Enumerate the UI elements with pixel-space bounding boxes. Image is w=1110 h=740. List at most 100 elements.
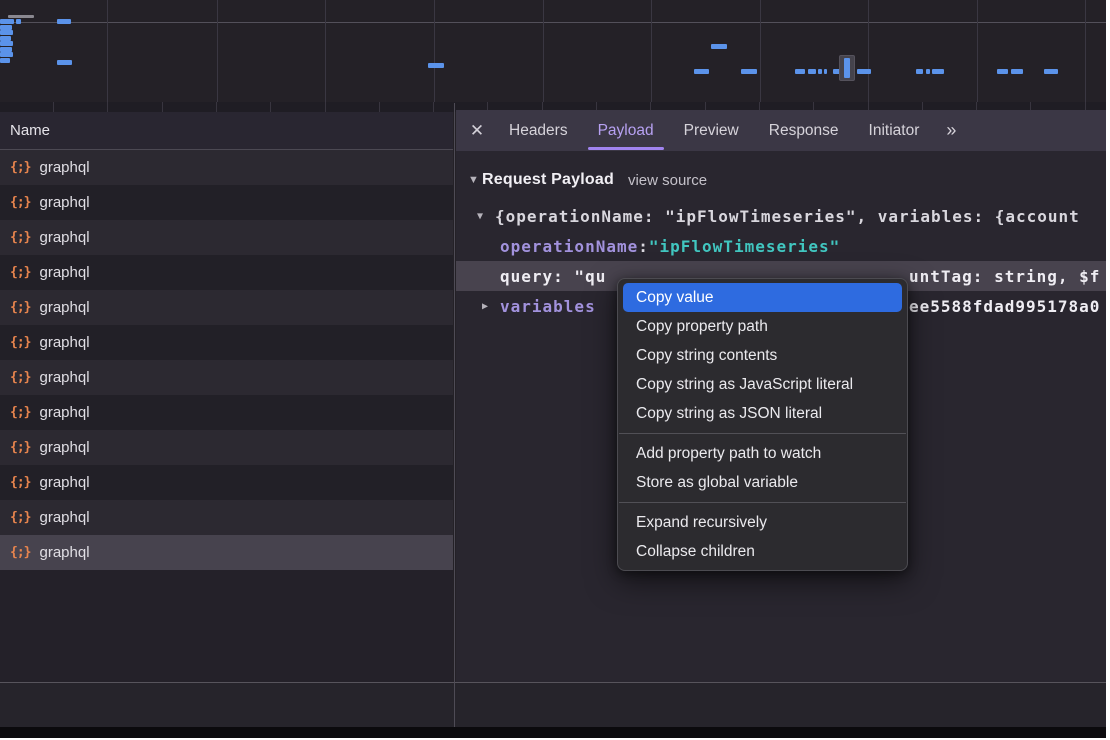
json-braces-icon: {;} <box>10 475 30 490</box>
close-details-button[interactable]: ✕ <box>460 121 494 141</box>
request-timing-bar <box>0 19 14 24</box>
json-braces-icon: {;} <box>10 545 30 560</box>
request-row[interactable]: {;}graphql <box>0 185 453 220</box>
request-row[interactable]: {;}graphql <box>0 255 453 290</box>
footer-divider <box>0 682 1106 683</box>
context-menu-item[interactable]: Expand recursively <box>618 508 907 537</box>
overview-gridline <box>325 0 326 102</box>
variables-right-fragment: ee5588fdad995178a0 <box>909 291 1100 321</box>
overview-gridline <box>543 0 544 102</box>
close-icon: ✕ <box>470 121 484 140</box>
colon: : <box>638 237 649 256</box>
request-row[interactable]: {;} graphql <box>0 500 453 535</box>
overview-gridline <box>434 0 435 102</box>
network-overview[interactable] <box>0 0 1106 102</box>
request-timing-bar <box>0 52 13 57</box>
tab-payload[interactable]: Payload <box>583 110 669 151</box>
context-menu: Copy valueCopy property pathCopy string … <box>617 278 908 571</box>
request-timing-bar <box>824 69 827 74</box>
request-timing-bar <box>428 63 444 68</box>
menu-separator <box>619 502 906 503</box>
request-row[interactable]: {;}graphql <box>0 535 453 570</box>
tab-headers[interactable]: Headers <box>494 110 583 151</box>
request-timing-bar <box>57 60 72 65</box>
tab-response[interactable]: Response <box>754 110 854 151</box>
json-braces-icon: {;} <box>10 335 30 350</box>
overview-tick <box>325 102 326 112</box>
overview-tick <box>162 102 163 112</box>
request-timing-bar <box>808 69 816 74</box>
overview-gridline <box>217 0 218 102</box>
request-list: {;} graphql {;} graphql {;} graphql {;} graphql… <box>0 150 453 570</box>
context-menu-item[interactable]: Add property path to watch <box>618 439 907 468</box>
request-row[interactable]: {;} graphql <box>0 360 453 395</box>
request-row[interactable]: {;}graphql <box>0 150 453 185</box>
context-menu-item[interactable]: Copy string as JSON literal <box>618 399 907 428</box>
view-source-link[interactable]: view source <box>628 172 707 189</box>
request-row[interactable]: {;} graphql <box>0 220 453 255</box>
tab-initiator[interactable]: Initiator <box>854 110 935 151</box>
overview-tick <box>107 102 108 112</box>
context-menu-item[interactable]: Copy string as JavaScript literal <box>618 370 907 399</box>
tabs-container: HeadersPayloadPreviewResponseInitiator <box>494 110 934 151</box>
property-key: variables <box>500 297 596 316</box>
overview-lane-divider <box>0 22 1106 23</box>
request-name: graphql <box>39 369 89 386</box>
context-menu-item[interactable]: Collapse children <box>618 537 907 566</box>
request-row[interactable]: {;} graphql <box>0 430 453 465</box>
selected-request-marker-bar <box>844 58 850 78</box>
request-timing-bar <box>0 41 13 46</box>
overview-tick <box>216 102 217 112</box>
context-menu-item[interactable]: Copy string contents <box>618 341 907 370</box>
overview-gridline <box>868 0 869 102</box>
request-timing-bar <box>916 69 923 74</box>
name-column-label: Name <box>10 122 50 139</box>
name-column-header[interactable]: Name <box>0 112 453 150</box>
request-timing-bar <box>711 44 727 49</box>
disclosure-triangle-icon[interactable]: ▼ <box>468 174 482 186</box>
tab-preview[interactable]: Preview <box>669 110 754 151</box>
request-timing-bar <box>926 69 930 74</box>
request-name: graphql <box>39 439 89 456</box>
request-row[interactable]: {;} graphql <box>0 465 453 500</box>
request-timing-bar <box>818 69 822 74</box>
json-braces-icon: {;} <box>10 440 30 455</box>
overview-gridline <box>1085 0 1086 102</box>
request-timing-bar <box>0 30 13 35</box>
request-timing-bar <box>8 15 34 18</box>
panel-splitter[interactable] <box>454 103 455 727</box>
tree-row-preview[interactable]: ▼ {operationName: "ipFlowTimeseries", va… <box>456 201 1106 231</box>
tree-row-operation-name[interactable]: operationName: "ipFlowTimeseries" <box>456 231 1106 261</box>
more-tabs-button[interactable]: » <box>936 120 964 141</box>
request-name: graphql <box>39 404 89 421</box>
request-row[interactable]: {;} graphql <box>0 325 453 360</box>
request-name: graphql <box>39 194 89 211</box>
json-braces-icon: {;} <box>10 230 30 245</box>
request-row[interactable]: {;}graphql <box>0 395 453 430</box>
request-name: graphql <box>39 159 89 176</box>
request-name: graphql <box>39 474 89 491</box>
json-braces-icon: {;} <box>10 510 30 525</box>
disclosure-triangle-icon[interactable]: ▼ <box>477 211 495 222</box>
request-timing-bar <box>57 19 71 24</box>
object-preview-text: {operationName: "ipFlowTimeseries", vari… <box>495 207 1080 226</box>
request-name: graphql <box>39 264 89 281</box>
request-timing-bar <box>741 69 757 74</box>
json-braces-icon: {;} <box>10 370 30 385</box>
overview-tick <box>379 102 380 112</box>
request-timing-bar <box>932 69 944 74</box>
request-name: graphql <box>39 229 89 246</box>
disclosure-triangle-icon[interactable]: ▶ <box>482 301 500 312</box>
bottom-edge-bar <box>0 727 1106 738</box>
request-name: graphql <box>39 334 89 351</box>
request-timing-bar <box>997 69 1008 74</box>
request-row[interactable]: {;}graphql <box>0 290 453 325</box>
property-value: "ipFlowTimeseries" <box>649 237 840 256</box>
request-name: graphql <box>39 509 89 526</box>
request-name: graphql <box>39 299 89 316</box>
context-menu-item[interactable]: Copy property path <box>618 312 907 341</box>
menu-separator <box>619 433 906 434</box>
context-menu-item[interactable]: Copy value <box>623 283 902 312</box>
context-menu-item[interactable]: Store as global variable <box>618 468 907 497</box>
query-right-fragment: untTag: string, $f <box>909 261 1100 291</box>
